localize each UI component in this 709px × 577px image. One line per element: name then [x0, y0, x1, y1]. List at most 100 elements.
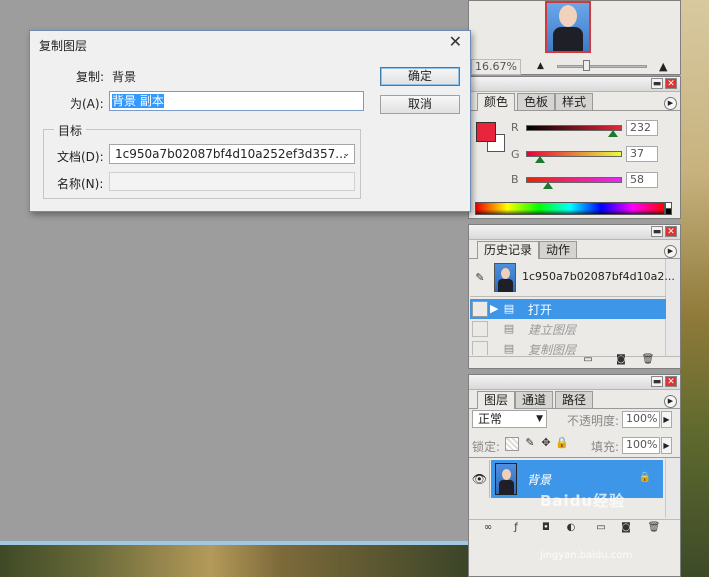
document-icon: ▤ — [503, 322, 515, 335]
trash-icon[interactable]: 🗑 — [647, 522, 661, 534]
r-slider-handle[interactable] — [608, 130, 618, 137]
r-value-input[interactable]: 232 — [626, 120, 658, 136]
lock-all-icon[interactable]: 🔒 — [555, 436, 569, 450]
zoom-slider[interactable] — [557, 65, 647, 68]
layers-panel: ▬ ✕ 图层 通道 路径 ▶ 正常 ▼ 不透明度: 100% ▶ 锁定: ✎ ✥… — [468, 374, 681, 577]
layer-mask-icon[interactable]: ◘ — [539, 522, 553, 534]
link-layers-icon[interactable]: ∞ — [481, 522, 495, 534]
snapshot-thumbnail — [494, 263, 516, 292]
history-item[interactable]: ▶ ▤ 打开 — [470, 299, 666, 319]
tab-paths[interactable]: 路径 — [555, 391, 594, 409]
layer-name-selected-text: 背景 副本 — [112, 94, 164, 108]
layer-name: 背景 — [527, 473, 552, 487]
history-state-pointer-icon[interactable]: ▶ — [490, 302, 498, 315]
navigator-thumbnail[interactable] — [545, 1, 591, 53]
watermark-url: jingyan.baidu.com — [540, 550, 633, 561]
b-label: B — [511, 173, 519, 186]
opacity-arrow-icon[interactable]: ▶ — [661, 411, 672, 428]
black-swatch[interactable] — [665, 208, 672, 215]
trash-icon[interactable]: 🗑 — [641, 354, 655, 366]
ok-button[interactable]: 确定 — [380, 67, 460, 86]
adjustment-layer-icon[interactable]: ◐ — [564, 522, 578, 534]
cancel-button[interactable]: 取消 — [380, 95, 460, 114]
fill-arrow-icon[interactable]: ▶ — [661, 437, 672, 454]
history-item-label: 建立图层 — [528, 323, 577, 337]
background-landscape-right — [680, 0, 709, 577]
lock-position-icon[interactable]: ✥ — [539, 436, 553, 450]
minimize-icon[interactable]: ▬ — [651, 376, 663, 387]
history-checkbox[interactable] — [472, 301, 488, 317]
zoom-in-icon[interactable]: ▲ — [659, 60, 667, 73]
r-label: R — [511, 121, 519, 134]
fill-label: 填充: — [591, 440, 620, 454]
layer-name-input[interactable]: 背景 副本 — [109, 91, 364, 111]
b-value-input[interactable]: 58 — [626, 172, 658, 188]
tab-channels[interactable]: 通道 — [515, 391, 554, 409]
tab-layers[interactable]: 图层 — [477, 391, 516, 409]
chevron-down-icon: ⌄ — [342, 149, 350, 159]
lock-image-pixels-icon[interactable]: ✎ — [523, 436, 537, 450]
navigator-panel: 16.67% ▲ ▲ — [468, 0, 681, 75]
name-input[interactable] — [109, 172, 355, 191]
minimize-icon[interactable]: ▬ — [651, 226, 663, 237]
g-slider-handle[interactable] — [535, 156, 545, 163]
layers-scrollbar[interactable] — [665, 458, 680, 518]
new-group-icon[interactable]: ▭ — [594, 522, 608, 534]
layer-style-icon[interactable]: ƒ — [509, 522, 523, 534]
panel-menu-icon[interactable]: ▶ — [664, 245, 677, 258]
document-label: 文档(D): — [57, 150, 104, 164]
target-group-label: 目标 — [54, 122, 87, 139]
fill-input[interactable]: 100% — [622, 437, 660, 454]
new-document-from-state-icon[interactable]: ▭ — [581, 354, 595, 366]
g-value-input[interactable]: 37 — [626, 146, 658, 162]
panel-menu-icon[interactable]: ▶ — [664, 97, 677, 110]
lock-transparent-pixels-icon[interactable] — [505, 437, 519, 451]
color-panel-titlebar: ▬ ✕ — [469, 77, 680, 92]
close-icon[interactable]: ✕ — [449, 32, 462, 51]
document-select[interactable]: 1c950a7b02087bf4d10a252ef3d357... ⌄ — [109, 144, 355, 164]
opacity-input[interactable]: 100% — [622, 411, 660, 428]
close-icon[interactable]: ✕ — [665, 78, 677, 89]
history-checkbox[interactable] — [472, 341, 488, 355]
minimize-icon[interactable]: ▬ — [651, 78, 663, 89]
history-snapshot[interactable]: ✎ 1c950a7b02087bf4d10a2... — [470, 261, 675, 295]
dialog-title: 复制图层 — [39, 39, 88, 53]
panel-menu-icon[interactable]: ▶ — [664, 395, 677, 408]
close-icon[interactable]: ✕ — [665, 376, 677, 387]
copy-label: 复制: — [76, 70, 105, 84]
new-snapshot-icon[interactable]: ◙ — [614, 354, 628, 366]
chevron-down-icon: ▼ — [536, 414, 543, 424]
as-label: 为(A): — [70, 97, 104, 111]
portrait-body-icon — [553, 27, 583, 51]
history-panel-titlebar: ▬ ✕ — [469, 225, 680, 240]
document-icon: ▤ — [503, 302, 515, 315]
history-item-label: 复制图层 — [528, 343, 577, 355]
close-icon[interactable]: ✕ — [665, 226, 677, 237]
snapshot-label: 1c950a7b02087bf4d10a2... — [522, 270, 675, 283]
history-item[interactable]: ▤ 建立图层 — [470, 319, 666, 339]
history-checkbox[interactable] — [472, 321, 488, 337]
tab-actions[interactable]: 动作 — [539, 241, 578, 259]
zoom-input[interactable]: 16.67% — [471, 59, 521, 75]
document-icon: ▤ — [503, 342, 515, 355]
tab-swatches[interactable]: 色板 — [517, 93, 556, 111]
history-item[interactable]: ▤ 复制图层 — [470, 339, 666, 355]
history-item-label: 打开 — [528, 303, 553, 317]
new-layer-icon[interactable]: ◙ — [619, 522, 633, 534]
b-slider-handle[interactable] — [543, 182, 553, 189]
portrait-face-icon — [559, 5, 577, 27]
zoom-out-icon[interactable]: ▲ — [537, 61, 544, 71]
eye-icon[interactable]: 👁 — [470, 460, 490, 498]
layer-thumbnail — [495, 463, 517, 495]
tab-color[interactable]: 颜色 — [477, 93, 516, 111]
blend-mode-select[interactable]: 正常 ▼ — [472, 410, 547, 428]
tab-history[interactable]: 历史记录 — [477, 241, 540, 259]
b-slider[interactable] — [526, 177, 622, 183]
tab-styles[interactable]: 样式 — [555, 93, 594, 111]
history-panel: ▬ ✕ 历史记录 动作 ▶ ✎ 1c950a7b02087bf4d10a2...… — [468, 224, 681, 369]
zoom-slider-handle[interactable] — [583, 60, 590, 71]
color-spectrum-bar[interactable] — [475, 202, 665, 215]
background-landscape-bottom — [0, 545, 468, 577]
foreground-color-swatch[interactable] — [476, 122, 496, 142]
document-value: 1c950a7b02087bf4d10a252ef3d357... — [115, 147, 347, 161]
